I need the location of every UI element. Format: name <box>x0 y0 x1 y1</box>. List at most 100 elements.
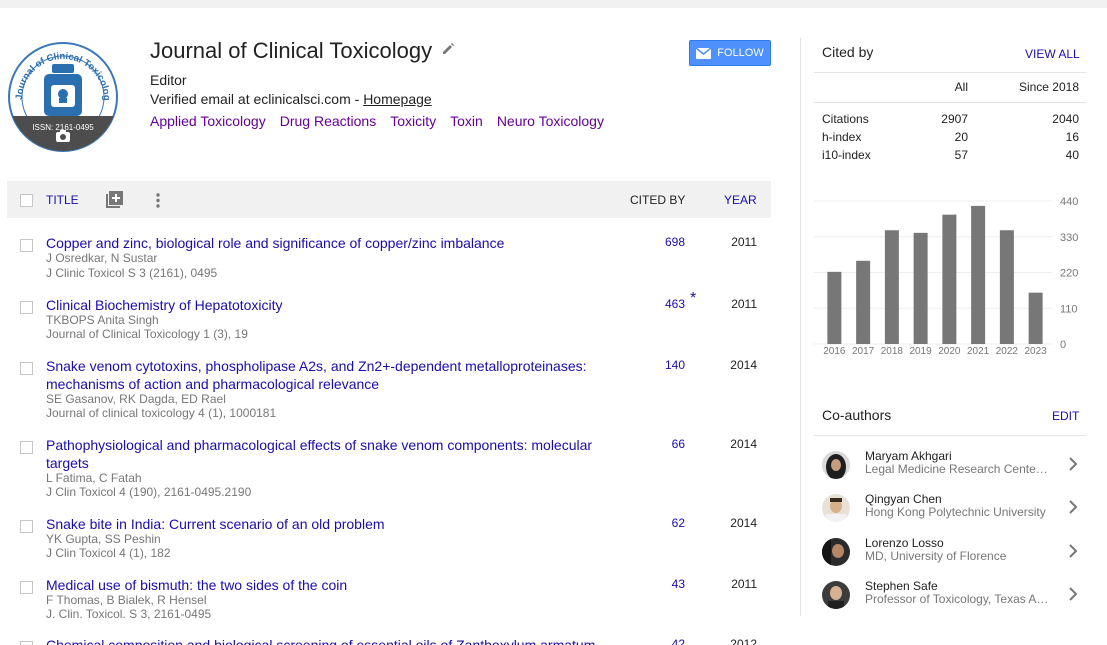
profile-affiliation: Editor <box>150 72 187 88</box>
y-tick-label: 220 <box>1060 268 1078 280</box>
col-since-header: Since 2018 <box>1018 80 1079 94</box>
coauthor-name: Lorenzo Losso <box>865 536 944 550</box>
merged-citation-star[interactable]: * <box>690 290 696 308</box>
chevron-right-icon <box>1068 587 1078 601</box>
select-all-checkbox[interactable] <box>20 194 33 207</box>
row-checkbox[interactable] <box>20 581 33 594</box>
x-tick-label: 2019 <box>910 346 933 357</box>
article-title-link[interactable]: Copper and zinc, biological role and sig… <box>46 234 621 252</box>
follow-label: FOLLOW <box>717 47 764 59</box>
y-tick-label: 0 <box>1060 339 1066 351</box>
x-tick-label: 2021 <box>967 346 990 357</box>
article-title-link[interactable]: Snake venom cytotoxins, phospholipase A2… <box>46 357 621 393</box>
article-venue: Journal of clinical toxicology 4 (1), 10… <box>46 406 277 420</box>
divider <box>814 72 1086 73</box>
stat-since: 16 <box>1065 130 1079 144</box>
x-tick-label: 2020 <box>938 346 961 357</box>
table-row: Pathophysiological and pharmacological e… <box>7 436 771 502</box>
coauthor-item[interactable]: Stephen Safe Professor of Toxicology, Te… <box>822 579 1086 617</box>
cited-count-link[interactable]: 140 <box>627 358 685 372</box>
coauthors-title: Co-authors <box>822 407 892 423</box>
coauthor-affiliation: MD, University of Florence <box>865 549 1007 563</box>
interest-link[interactable]: Neuro Toxicology <box>497 113 604 129</box>
article-title-link[interactable]: Medical use of bismuth: the two sides of… <box>46 576 621 594</box>
row-checkbox[interactable] <box>20 239 33 252</box>
view-all-link[interactable]: VIEW ALL <box>1025 47 1080 61</box>
coauthor-affiliation: Professor of Toxicology, Texas A&M Unive… <box>865 592 1049 606</box>
article-title-link[interactable]: Clinical Biochemistry of Hepatotoxicity <box>46 296 621 314</box>
interest-link[interactable]: Applied Toxicology <box>150 113 266 129</box>
row-checkbox[interactable] <box>20 641 33 645</box>
table-row: Medical use of bismuth: the two sides of… <box>7 576 771 624</box>
article-year: 2012 <box>730 637 757 645</box>
profile-name: Journal of Clinical Toxicology <box>150 38 433 63</box>
chart-bar[interactable] <box>827 271 842 344</box>
article-authors: TKBOPS Anita Singh <box>46 313 159 327</box>
chart-bar[interactable] <box>999 230 1014 344</box>
interest-link[interactable]: Toxin <box>450 113 483 129</box>
article-year: 2011 <box>731 235 757 249</box>
follow-button[interactable]: FOLLOW <box>689 40 771 66</box>
mail-icon <box>696 47 712 59</box>
stat-all: 57 <box>954 148 968 162</box>
edit-coauthors-link[interactable]: EDIT <box>1052 409 1079 423</box>
interest-link[interactable]: Drug Reactions <box>280 113 377 129</box>
article-venue: J Clin Toxicol 4 (190), 2161-0495.2190 <box>46 485 252 499</box>
email-text: Verified email at eclinicalsci.com - <box>150 91 364 107</box>
coauthor-affiliation: Hong Kong Polytechnic University <box>865 505 1046 519</box>
coauthor-avatar <box>822 581 850 609</box>
interest-link[interactable]: Toxicity <box>390 113 436 129</box>
article-authors: F Thomas, B Bialek, R Hensel <box>46 593 207 607</box>
table-row: Snake bite in India: Current scenario of… <box>7 515 771 563</box>
citations-chart: 0 110 220 330 440 2016 2017 2018 2019 2020 2021 202… <box>814 188 1086 360</box>
profile-avatar[interactable]: Journal of Clinical Toxicology ISSN: 216… <box>5 34 118 152</box>
homepage-link[interactable]: Homepage <box>363 91 432 107</box>
sort-by-year[interactable]: YEAR <box>724 193 757 207</box>
row-checkbox[interactable] <box>20 520 33 533</box>
article-authors: SE Gasanov, RK Dagda, ED Rael <box>46 392 226 406</box>
cited-by-header: CITED BY <box>630 193 686 207</box>
chart-bar[interactable] <box>942 214 957 344</box>
coauthor-item[interactable]: Lorenzo Losso MD, University of Florence <box>822 536 1086 574</box>
article-year: 2014 <box>730 437 757 451</box>
chart-bar[interactable] <box>884 230 899 344</box>
table-row: Snake venom cytotoxins, phospholipase A2… <box>7 357 771 423</box>
article-title-link[interactable]: Chemical composition and biological scre… <box>46 636 621 645</box>
coauthor-avatar <box>822 538 850 566</box>
coauthor-name: Qingyan Chen <box>865 492 942 506</box>
add-articles-icon[interactable] <box>106 191 123 208</box>
chart-bar[interactable] <box>1028 292 1043 344</box>
cited-count-link[interactable]: 42 <box>627 637 685 645</box>
x-tick-label: 2023 <box>1025 346 1048 357</box>
sort-by-title[interactable]: TITLE <box>46 193 79 207</box>
cited-count-link[interactable]: 698 <box>627 235 685 249</box>
divider <box>814 435 1086 436</box>
article-authors: J Osredkar, N Sustar <box>46 251 158 265</box>
x-tick-label: 2022 <box>996 346 1019 357</box>
chart-bar[interactable] <box>913 232 928 344</box>
cited-count-link[interactable]: 66 <box>627 437 685 451</box>
panel-divider <box>800 38 801 616</box>
cited-count-link[interactable]: 463 <box>627 297 685 311</box>
edit-pencil-icon[interactable] <box>441 42 455 56</box>
article-title-link[interactable]: Snake bite in India: Current scenario of… <box>46 515 621 533</box>
coauthor-item[interactable]: Maryam Akhgari Legal Medicine Research C… <box>822 449 1086 487</box>
chart-bar[interactable] <box>971 205 986 344</box>
cited-count-link[interactable]: 62 <box>627 516 685 530</box>
coauthor-avatar <box>822 494 850 522</box>
article-title-link[interactable]: Pathophysiological and pharmacological e… <box>46 436 621 472</box>
article-venue: J Clin Toxicol 4 (1), 182 <box>46 546 171 560</box>
article-authors: L Fatima, C Fatah <box>46 471 142 485</box>
more-options-icon[interactable] <box>155 191 161 209</box>
stat-all: 2907 <box>941 112 968 126</box>
cited-count-link[interactable]: 43 <box>627 577 685 591</box>
row-checkbox[interactable] <box>20 441 33 454</box>
coauthor-item[interactable]: Qingyan Chen Hong Kong Polytechnic Unive… <box>822 492 1086 530</box>
table-row: Copper and zinc, biological role and sig… <box>7 234 771 282</box>
stat-label: i10-index <box>822 148 871 162</box>
row-checkbox[interactable] <box>20 362 33 375</box>
x-tick-label: 2018 <box>881 346 904 357</box>
chart-bar[interactable] <box>856 260 871 344</box>
y-tick-label: 110 <box>1060 303 1078 315</box>
row-checkbox[interactable] <box>20 301 33 314</box>
